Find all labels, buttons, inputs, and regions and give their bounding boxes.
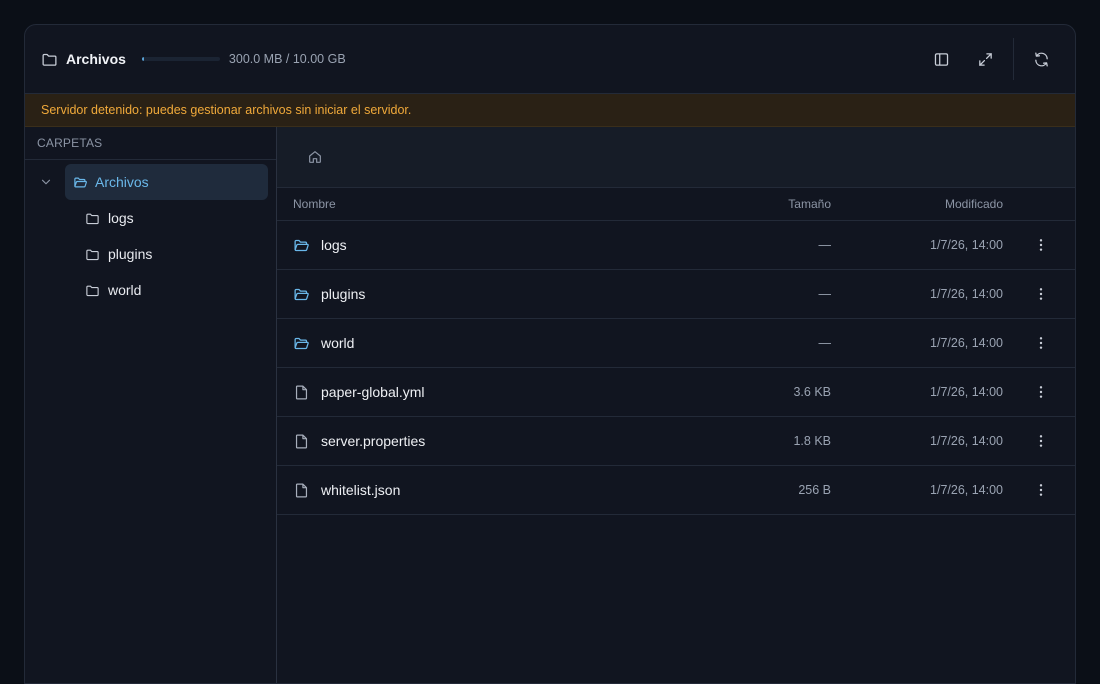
file-size: — (818, 238, 832, 252)
file-icon (293, 482, 310, 499)
folder-icon (85, 283, 100, 298)
tree-item-label: plugins (108, 246, 153, 262)
file-manager-header: Archivos 300.0 MB / 10.00 GB (25, 25, 1075, 94)
file-name: world (321, 335, 355, 351)
storage-usage-fill (141, 57, 145, 61)
file-name: server.properties (321, 433, 426, 449)
page-title: Archivos (66, 51, 126, 67)
storage-usage-text: 300.0 MB / 10.00 GB (228, 52, 346, 66)
file-icon (293, 384, 310, 401)
more-vertical-icon[interactable] (1031, 480, 1051, 500)
folder-sidebar: CARPETAS Archivos logs plugins world (25, 127, 277, 683)
file-name: whitelist.json (321, 482, 401, 498)
file-manager-body: CARPETAS Archivos logs plugins world Nom… (25, 127, 1075, 683)
table-row[interactable]: plugins — 1/7/26, 14:00 (277, 270, 1075, 319)
file-size: 3.6 KB (793, 385, 831, 399)
folder-icon (85, 247, 100, 262)
table-row[interactable]: whitelist.json 256 B 1/7/26, 14:00 (277, 466, 1075, 515)
file-name: plugins (321, 286, 366, 302)
table-row[interactable]: world — 1/7/26, 14:00 (277, 319, 1075, 368)
file-size: 256 B (798, 483, 831, 497)
file-size: 1.8 KB (793, 434, 831, 448)
tree-row-child: world (25, 272, 276, 308)
folder-icon (41, 51, 58, 68)
fullscreen-button[interactable] (967, 41, 1003, 77)
table-row[interactable]: server.properties 1.8 KB 1/7/26, 14:00 (277, 417, 1075, 466)
tree-row-child: plugins (25, 236, 276, 272)
tree-item-label: Archivos (95, 174, 149, 190)
folder-open-icon (73, 175, 88, 190)
folder-open-icon (293, 237, 310, 254)
folder-icon (85, 211, 100, 226)
tree-item-label: logs (108, 210, 134, 226)
file-list-panel: Nombre Tamaño Modificado logs — 1/7/26, 14… (277, 127, 1075, 683)
folder-open-icon (293, 286, 310, 303)
file-modified: 1/7/26, 14:00 (930, 336, 1003, 350)
tree-item-logs[interactable]: logs (85, 200, 134, 236)
tree-item-plugins[interactable]: plugins (85, 236, 152, 272)
sidebar-heading: CARPETAS (25, 127, 276, 160)
tree-row-root: Archivos (25, 164, 276, 200)
file-table-body: logs —1/7/26, 14:00 plugins —1/7/26, 14:00 w… (277, 221, 1075, 515)
more-vertical-icon[interactable] (1031, 382, 1051, 402)
tree-item-label: world (108, 282, 142, 298)
breadcrumb (277, 127, 1075, 188)
file-modified: 1/7/26, 14:00 (930, 434, 1003, 448)
file-manager-panel: Archivos 300.0 MB / 10.00 GB Servidor de… (24, 24, 1076, 684)
table-row[interactable]: logs — 1/7/26, 14:00 (277, 221, 1075, 270)
tree-row-child: logs (25, 200, 276, 236)
file-name: logs (321, 237, 347, 253)
table-row[interactable]: paper-global.yml 3.6 KB 1/7/26, 14:00 (277, 368, 1075, 417)
column-header-name[interactable]: Nombre (293, 197, 336, 211)
header-divider (1013, 38, 1014, 80)
server-stopped-banner: Servidor detenido: puedes gestionar arch… (25, 94, 1075, 127)
toggle-sidebar-button[interactable] (923, 41, 959, 77)
title-group: Archivos 300.0 MB / 10.00 GB (41, 51, 346, 68)
refresh-icon (1033, 51, 1050, 68)
storage-usage-bar (141, 57, 220, 61)
chevron-down-icon[interactable] (39, 175, 53, 189)
more-vertical-icon[interactable] (1031, 235, 1051, 255)
more-vertical-icon[interactable] (1031, 284, 1051, 304)
expand-icon (977, 51, 994, 68)
file-size: — (818, 336, 832, 350)
file-modified: 1/7/26, 14:00 (930, 238, 1003, 252)
file-name: paper-global.yml (321, 384, 425, 400)
tree-item-archivos[interactable]: Archivos (65, 164, 268, 200)
file-modified: 1/7/26, 14:00 (930, 483, 1003, 497)
more-vertical-icon[interactable] (1031, 431, 1051, 451)
tree-item-world[interactable]: world (85, 272, 141, 308)
file-modified: 1/7/26, 14:00 (930, 287, 1003, 301)
folder-tree: Archivos logs plugins world (25, 160, 276, 308)
column-header-size[interactable]: Tamaño (788, 197, 831, 211)
sidebar-panel-icon (933, 51, 950, 68)
file-icon (293, 433, 310, 450)
file-size: — (818, 287, 832, 301)
home-icon[interactable] (307, 149, 323, 165)
folder-open-icon (293, 335, 310, 352)
column-header-modified[interactable]: Modificado (945, 197, 1003, 211)
file-modified: 1/7/26, 14:00 (930, 385, 1003, 399)
refresh-button[interactable] (1023, 41, 1059, 77)
more-vertical-icon[interactable] (1031, 333, 1051, 353)
table-header: Nombre Tamaño Modificado (277, 188, 1075, 221)
